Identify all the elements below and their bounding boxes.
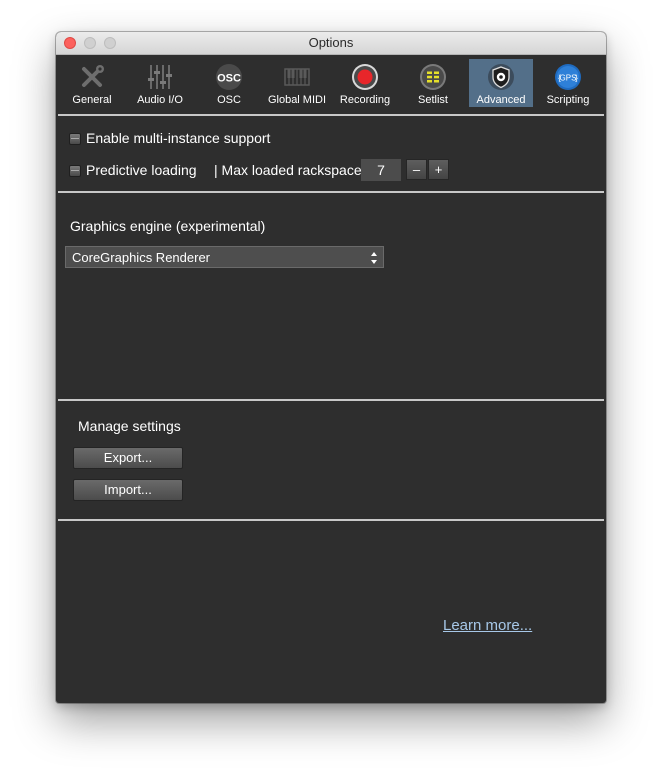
tools-icon	[78, 63, 106, 91]
export-button[interactable]: Export...	[73, 447, 183, 469]
options-window: Options General Audio I/O OSC OSC Global…	[56, 32, 606, 703]
graphics-engine-label: Graphics engine (experimental)	[70, 218, 266, 234]
osc-icon: OSC	[215, 63, 243, 91]
tab-osc[interactable]: OSC OSC	[197, 59, 261, 107]
tab-audio-io[interactable]: Audio I/O	[128, 59, 192, 107]
toolbar-divider	[58, 114, 604, 116]
section-divider-1	[58, 191, 604, 193]
graphics-engine-value: CoreGraphics Renderer	[72, 250, 211, 265]
learn-more-link[interactable]: Learn more...	[443, 617, 532, 634]
tab-global-midi[interactable]: Global MIDI	[265, 59, 329, 107]
max-rackspaces-label: | Max loaded rackspaces	[214, 162, 369, 178]
tab-general[interactable]: General	[60, 59, 124, 107]
max-rackspaces-field[interactable]: 7	[361, 159, 401, 181]
svg-text:{: {	[558, 74, 561, 83]
tab-osc-label: OSC	[217, 94, 241, 106]
import-button[interactable]: Import...	[73, 479, 183, 501]
minimize-window-button[interactable]	[84, 37, 96, 49]
gps-script-icon: GPS { }	[554, 63, 582, 91]
midi-keyboard-icon	[283, 63, 311, 91]
preferences-toolbar: General Audio I/O OSC OSC Global MIDI Re…	[56, 55, 606, 115]
tab-scripting[interactable]: GPS { } Scripting	[536, 59, 600, 107]
predictive-loading-label: Predictive loading	[86, 162, 197, 178]
tab-audio-io-label: Audio I/O	[137, 94, 183, 106]
manage-settings-label: Manage settings	[78, 418, 181, 434]
section-divider-3	[58, 519, 604, 521]
tab-advanced[interactable]: Advanced	[469, 59, 533, 107]
tab-setlist-label: Setlist	[418, 94, 448, 106]
setlist-icon	[419, 63, 447, 91]
graphics-engine-select[interactable]: CoreGraphics Renderer	[65, 246, 384, 268]
tab-advanced-label: Advanced	[476, 94, 526, 106]
record-icon	[351, 63, 379, 91]
tab-setlist[interactable]: Setlist	[401, 59, 465, 107]
select-arrows-icon	[369, 250, 379, 266]
tab-global-midi-label: Global MIDI	[267, 94, 327, 106]
tab-recording-label: Recording	[339, 94, 391, 106]
svg-text:}: }	[575, 74, 578, 83]
tab-recording[interactable]: Recording	[333, 59, 397, 107]
decrement-button[interactable]: –	[406, 159, 427, 180]
close-window-button[interactable]	[64, 37, 76, 49]
increment-button[interactable]: +	[428, 159, 449, 180]
mixer-faders-icon	[146, 63, 174, 91]
osc-icon-text: OSC	[217, 73, 241, 85]
multi-instance-label: Enable multi-instance support	[86, 130, 271, 146]
title-bar[interactable]: Options	[56, 32, 606, 55]
multi-instance-checkbox[interactable]	[69, 133, 81, 145]
predictive-loading-checkbox[interactable]	[69, 165, 81, 177]
tab-general-label: General	[72, 94, 112, 106]
shield-gear-icon	[487, 63, 515, 91]
zoom-window-button[interactable]	[104, 37, 116, 49]
tab-scripting-label: Scripting	[546, 94, 590, 106]
gps-icon-text: GPS	[560, 74, 577, 83]
window-title: Options	[308, 35, 354, 50]
section-divider-2	[58, 399, 604, 401]
